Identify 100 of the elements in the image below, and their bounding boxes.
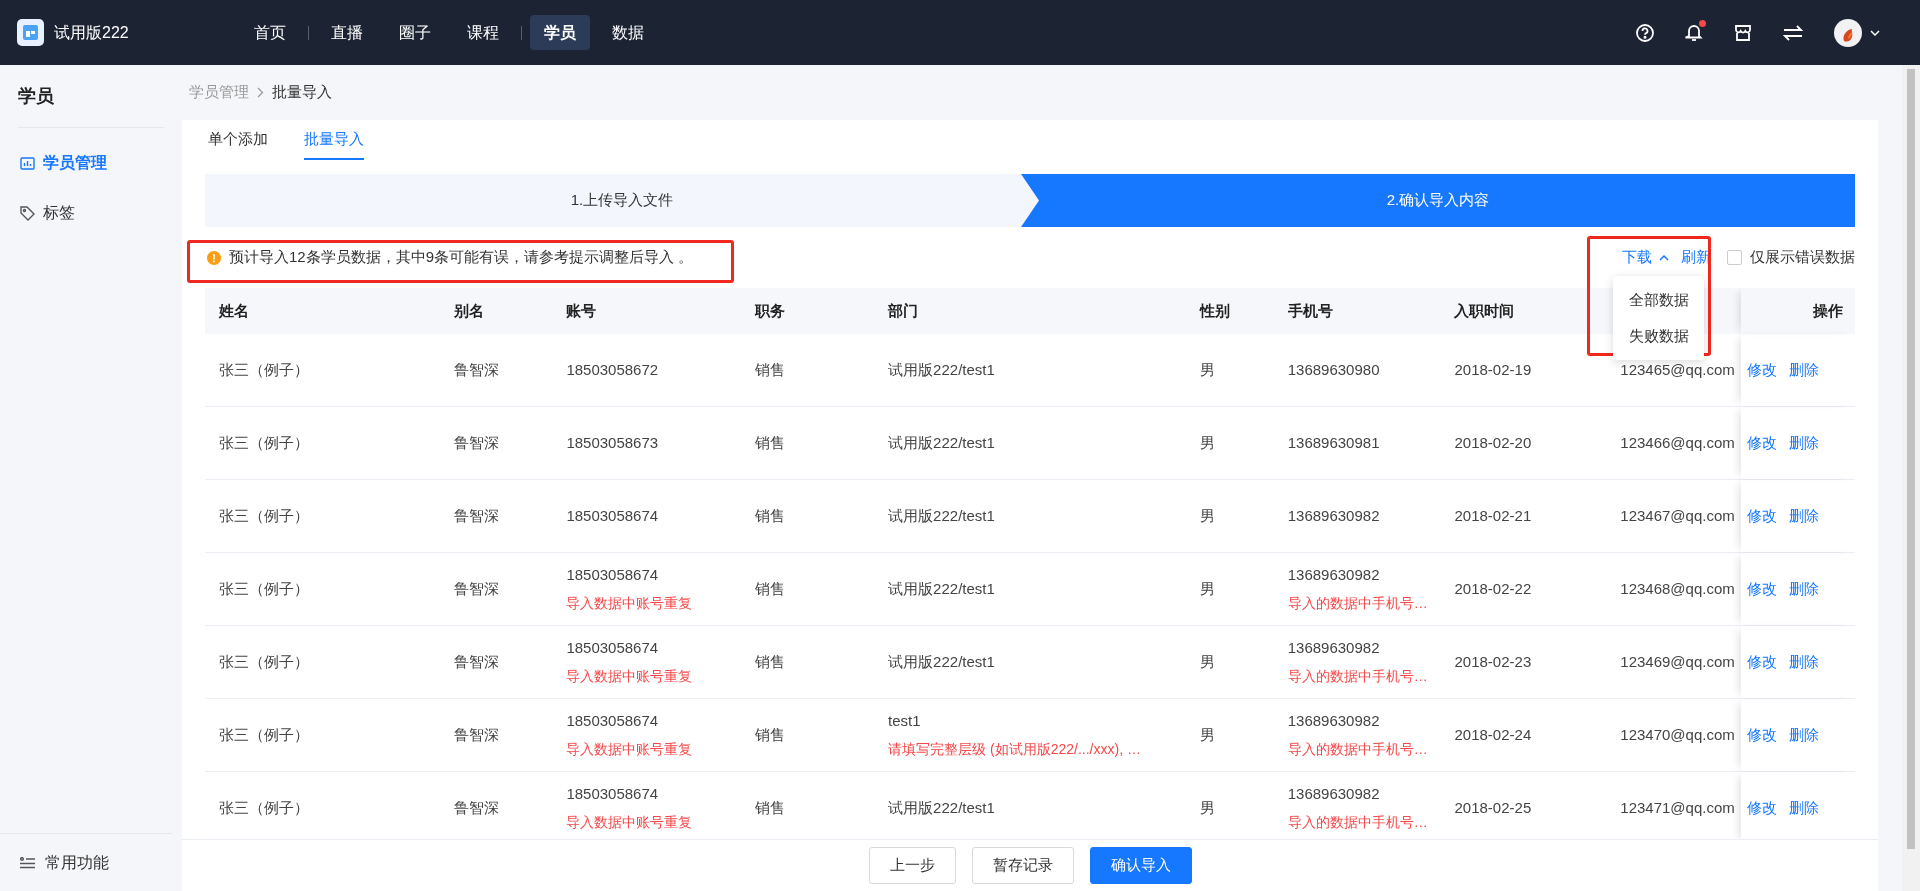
sidebar-title: 学员 <box>18 84 54 108</box>
table-cell-text: 男 <box>1199 505 1216 526</box>
error-message: 导入数据中账号重复 <box>566 812 694 832</box>
table-cell-text: 张三（例子） <box>219 578 310 599</box>
table-cell-text: 销售 <box>754 578 786 599</box>
error-message: 导入的数据中手机号… <box>1287 666 1429 686</box>
table-cell-text: 123466@qq.com <box>1620 432 1736 453</box>
nav-tab[interactable]: 直播 <box>317 15 377 50</box>
edit-link[interactable]: 修改 <box>1746 577 1777 601</box>
delete-link[interactable]: 删除 <box>1788 504 1819 528</box>
table-cell-text: 试用版222/test1 <box>888 505 996 526</box>
footer-button[interactable]: 确认导入 <box>1089 847 1192 884</box>
table-cell-text: 13689630982 <box>1287 505 1381 526</box>
column-header: 职务 <box>754 300 785 321</box>
table-cell-text: 销售 <box>754 432 786 453</box>
logo-icon <box>17 19 44 46</box>
table-cell-text: 123469@qq.com <box>1620 651 1736 672</box>
breadcrumb-item[interactable]: 学员管理 <box>189 81 249 104</box>
sidebar-item[interactable]: 学员管理 <box>0 138 182 188</box>
caret-icon[interactable] <box>1870 29 1880 36</box>
edit-link[interactable]: 修改 <box>1746 431 1777 455</box>
nav-tab[interactable]: 课程 <box>453 15 513 50</box>
error-message: 导入数据中账号重复 <box>566 666 694 686</box>
table-cell-text: 18503058674 <box>566 505 660 526</box>
store-icon[interactable] <box>1734 23 1752 42</box>
table-cell-text: 男 <box>1199 359 1216 380</box>
table-cell-text: 男 <box>1199 797 1216 818</box>
tag-icon <box>20 205 35 221</box>
menu-item[interactable]: 失败数据 <box>1613 318 1704 354</box>
scrollbar[interactable] <box>1902 65 1920 891</box>
table-cell-text: 2018-02-19 <box>1454 359 1533 380</box>
table-cell-text: 13689630982 <box>1287 711 1381 732</box>
column-header: 别名 <box>453 300 484 321</box>
tab[interactable]: 单个添加 <box>208 120 268 160</box>
download-button[interactable]: 下载 <box>1622 246 1669 269</box>
edit-link[interactable]: 修改 <box>1746 358 1777 382</box>
table-cell-text: 18503058673 <box>566 432 660 453</box>
table-cell-text: 123468@qq.com <box>1620 578 1736 599</box>
app-name: 试用版222 <box>54 22 129 43</box>
delete-link[interactable]: 删除 <box>1788 431 1819 455</box>
error-message: 请填写完整层级 (如试用版222/.../xxx), … <box>888 739 1142 759</box>
footer-button[interactable]: 暂存记录 <box>971 847 1074 884</box>
delete-link[interactable]: 删除 <box>1788 723 1819 747</box>
error-message: 导入的数据中手机号… <box>1287 812 1429 832</box>
delete-link[interactable]: 删除 <box>1788 796 1819 820</box>
table-cell-text: 123465@qq.com <box>1620 359 1736 380</box>
delete-link[interactable]: 删除 <box>1788 358 1819 382</box>
table-cell-text: 18503058674 <box>566 638 660 659</box>
delete-link[interactable]: 删除 <box>1788 650 1819 674</box>
alert-text: 预计导入12条学员数据，其中9条可能有误，请参考提示调整后导入 。 <box>229 247 694 268</box>
nav-tab[interactable]: 学员 <box>530 15 590 50</box>
table-cell-text: 销售 <box>754 359 786 380</box>
tab[interactable]: 批量导入 <box>304 120 364 160</box>
table-cell-text: 男 <box>1199 724 1216 745</box>
help-icon[interactable] <box>1636 23 1654 42</box>
table-cell-text: 13689630982 <box>1287 638 1381 659</box>
error-message: 导入数据中账号重复 <box>566 593 694 613</box>
column-header: 入职时间 <box>1454 300 1515 321</box>
step: 2.确认导入内容 <box>1021 174 1855 227</box>
edit-link[interactable]: 修改 <box>1746 723 1777 747</box>
menu-item[interactable]: 全部数据 <box>1613 282 1704 318</box>
table-cell-text: 2018-02-21 <box>1454 505 1533 526</box>
delete-link[interactable]: 删除 <box>1788 577 1819 601</box>
swap-icon[interactable] <box>1783 24 1803 41</box>
nav-tab[interactable]: 圈子 <box>385 15 445 50</box>
sidebar-footer[interactable]: 常用功能 <box>0 833 172 891</box>
table-cell-text: 试用版222/test1 <box>888 432 996 453</box>
table-cell-text: 13689630982 <box>1287 565 1381 586</box>
table-cell-text: 张三（例子） <box>219 724 310 745</box>
table-cell-text: 18503058674 <box>566 565 660 586</box>
error-message: 导入的数据中手机号… <box>1287 739 1429 759</box>
checkbox[interactable] <box>1727 250 1742 265</box>
chart-icon <box>20 156 35 170</box>
table-cell-text: 张三（例子） <box>219 505 310 526</box>
bell-icon[interactable] <box>1685 23 1703 42</box>
error-message: 导入的数据中手机号… <box>1287 593 1429 613</box>
footer-button[interactable]: 上一步 <box>868 847 956 884</box>
table-cell-text: 试用版222/test1 <box>888 578 996 599</box>
column-header: 姓名 <box>219 300 249 321</box>
list-icon <box>20 856 35 869</box>
checkbox-label: 仅展示错误数据 <box>1750 247 1855 268</box>
edit-link[interactable]: 修改 <box>1746 504 1777 528</box>
edit-link[interactable]: 修改 <box>1746 650 1777 674</box>
table-cell-text: 试用版222/test1 <box>888 651 996 672</box>
sidebar-item[interactable]: 标签 <box>0 188 182 238</box>
table-cell-text: 2018-02-23 <box>1454 651 1533 672</box>
nav-tab[interactable]: 数据 <box>598 15 658 50</box>
caret-up-icon <box>1659 254 1669 261</box>
table-cell-text: 男 <box>1199 651 1216 672</box>
table-cell-text: 13689630980 <box>1287 359 1381 380</box>
table-cell-text: 张三（例子） <box>219 432 310 453</box>
table-cell-text: 鲁智深 <box>453 724 500 745</box>
warning-icon <box>207 250 221 265</box>
nav-tab[interactable]: 首页 <box>240 15 300 50</box>
table-cell-text: 123467@qq.com <box>1620 505 1736 526</box>
table-cell-text: 鲁智深 <box>453 432 500 453</box>
table-cell-text: 试用版222/test1 <box>888 359 996 380</box>
edit-link[interactable]: 修改 <box>1746 796 1777 820</box>
table-cell-text: 销售 <box>754 797 786 818</box>
table-cell-text: 18503058674 <box>566 711 660 732</box>
